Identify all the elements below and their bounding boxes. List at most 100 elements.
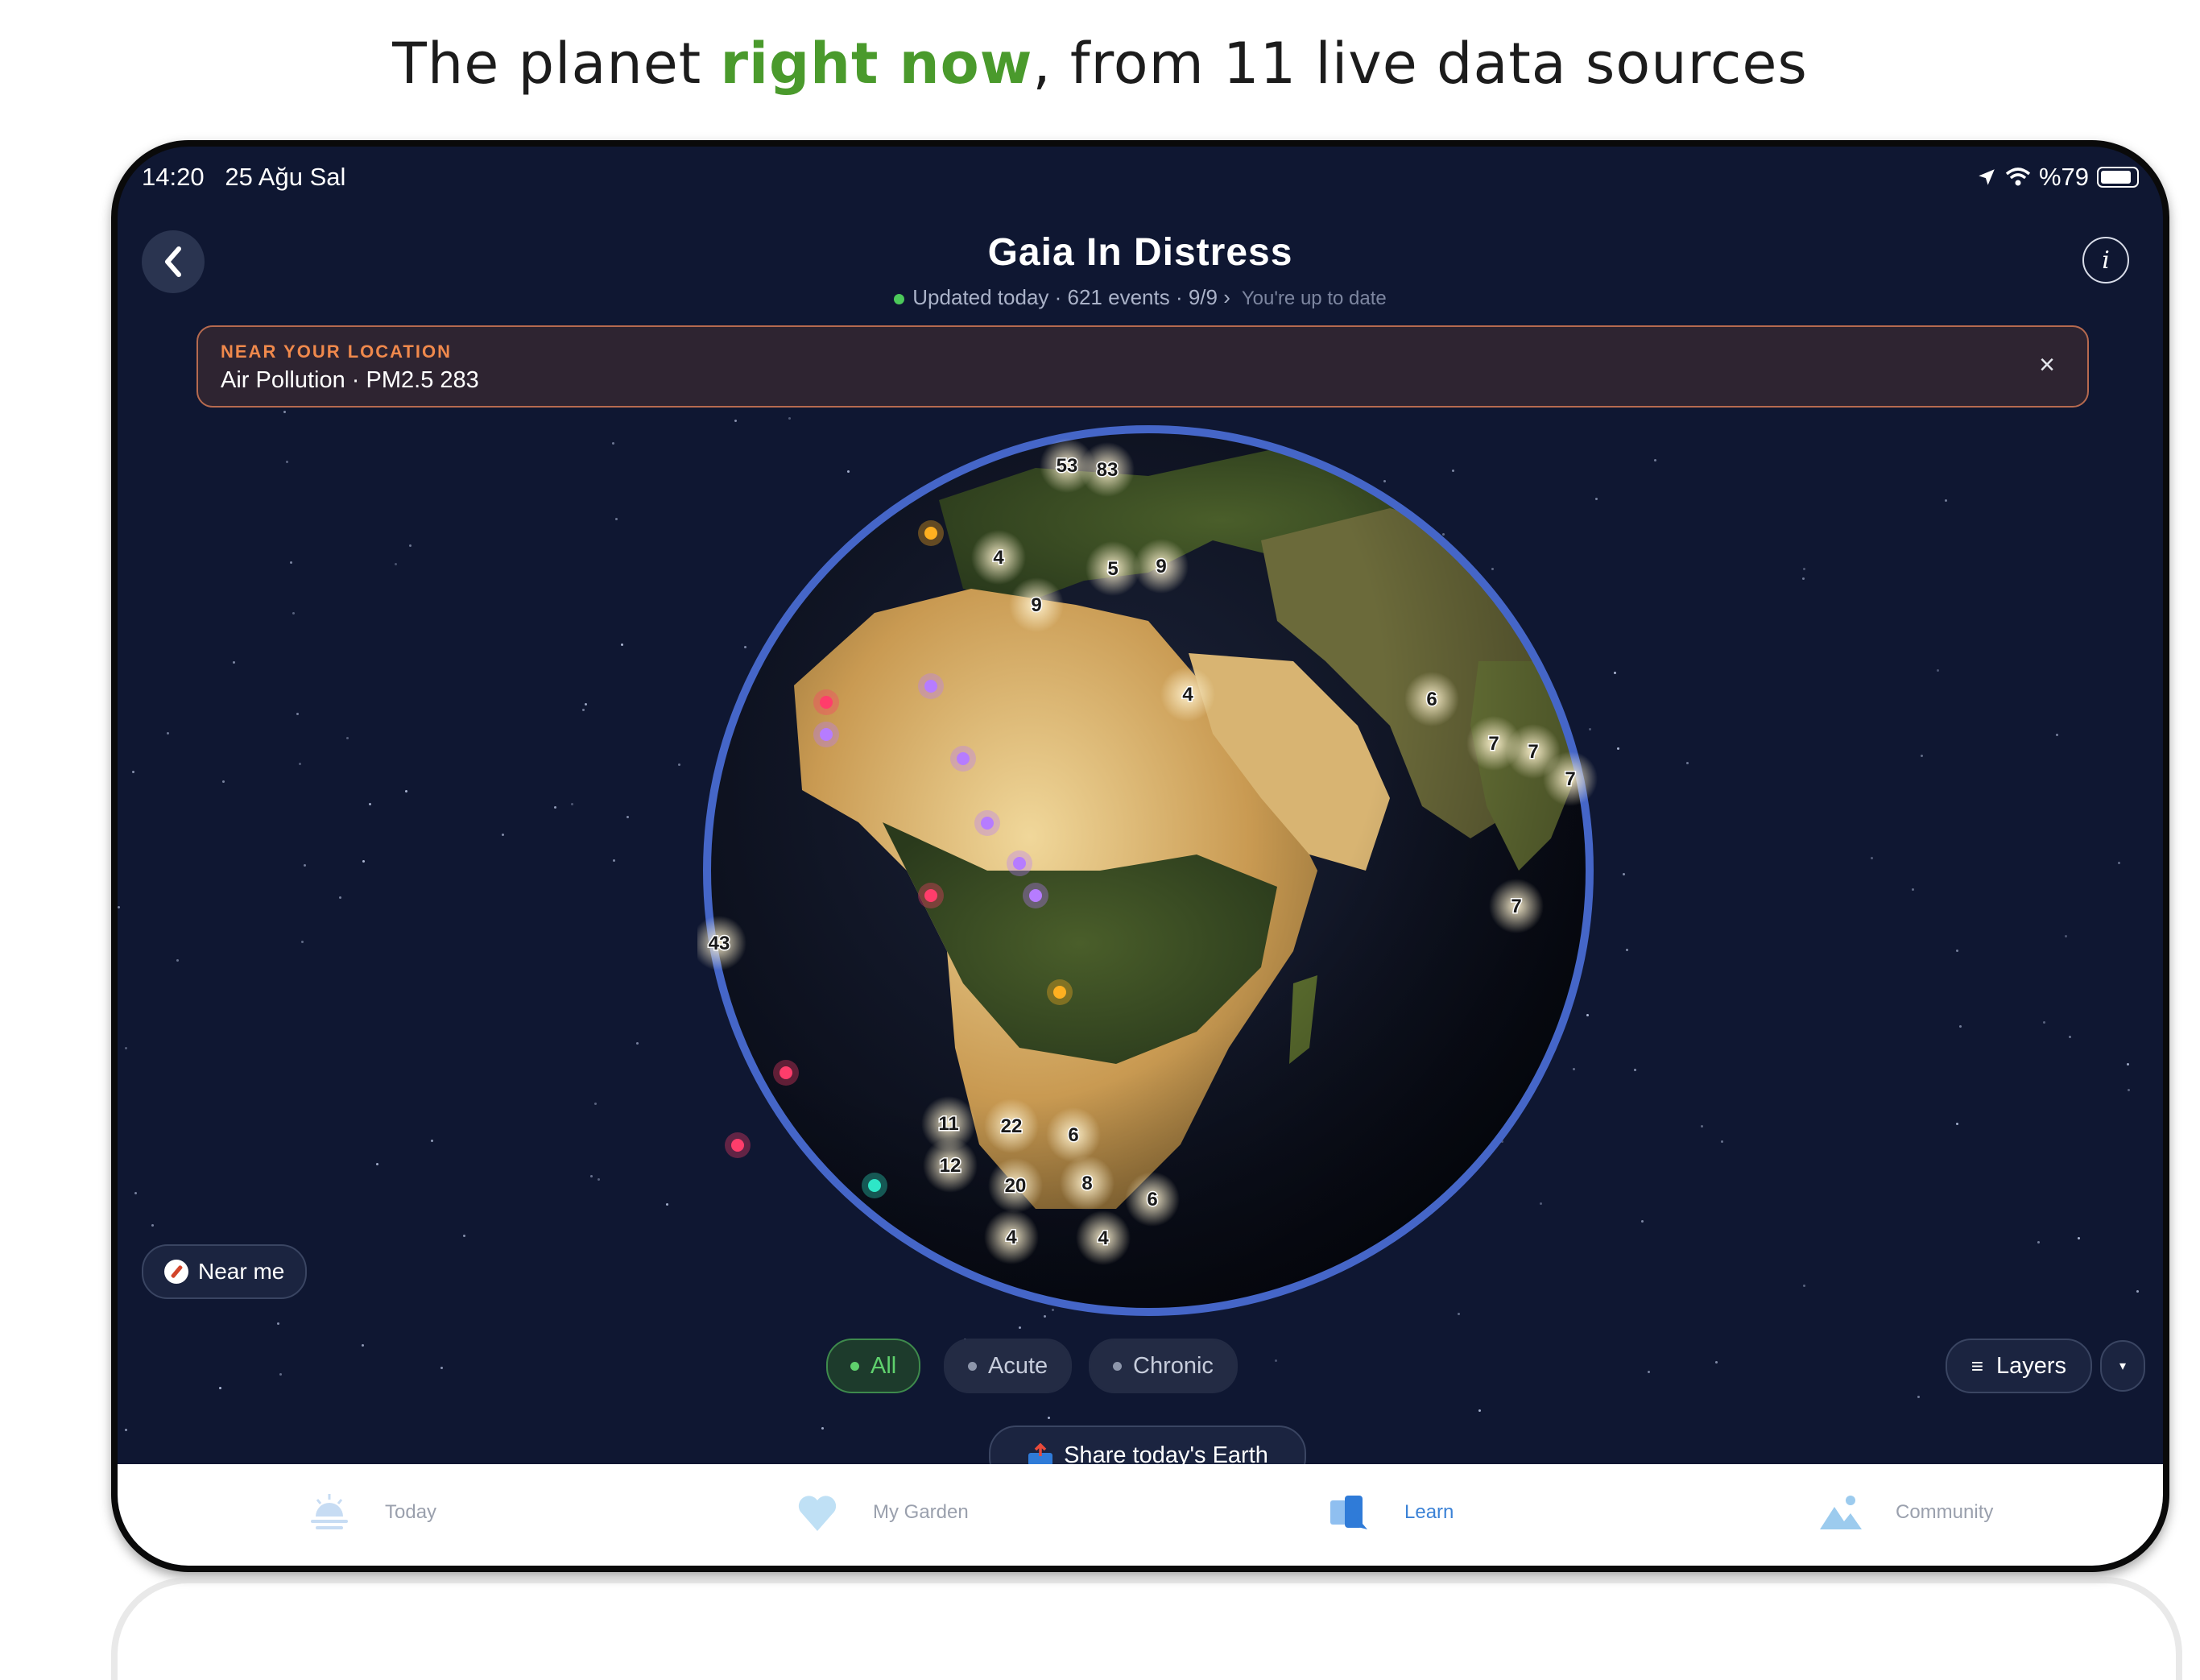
star [1917, 1396, 1920, 1399]
headline-highlight: right now [720, 31, 1033, 97]
list-icon: ≡ [1970, 1353, 1983, 1378]
cluster-count-label[interactable]: 43 [707, 932, 731, 956]
cluster-count-label[interactable]: 7 [1527, 740, 1540, 764]
cluster-count-label[interactable]: 9 [1155, 555, 1168, 579]
tab-community[interactable]: Community [1817, 1488, 1993, 1537]
cluster-count-label[interactable]: 6 [1146, 1188, 1159, 1212]
cluster-count-label[interactable]: 4 [1005, 1226, 1019, 1250]
star [362, 860, 366, 863]
cluster-count-label[interactable]: 20 [1003, 1174, 1028, 1198]
cluster-count-label[interactable]: 9 [1030, 594, 1043, 618]
alert-close-button[interactable]: × [2039, 350, 2055, 381]
tab-learn[interactable]: Learn [1325, 1488, 1454, 1537]
earth-globe[interactable]: 53 83 4 5 9 9 4 6 7 7 7 7 43 11 22 6 12 20 8 6 4 4 [153, 420, 1599, 1322]
event-marker[interactable] [780, 1066, 792, 1079]
event-marker[interactable] [1029, 889, 1042, 902]
star [581, 708, 585, 711]
star [2037, 1241, 2040, 1244]
filter-all-chip[interactable]: All [826, 1339, 921, 1393]
star [589, 1174, 593, 1177]
star [1613, 672, 1616, 675]
filter-acute-label: Acute [988, 1352, 1048, 1379]
event-marker[interactable] [731, 1139, 744, 1152]
app-screen: 14:20 25 Ağu Sal %79 Gaia In Distress i … [118, 147, 2163, 1566]
star [1274, 1359, 1277, 1362]
star [1956, 950, 1959, 953]
cluster-count-label[interactable]: 11 [937, 1112, 960, 1136]
star [285, 461, 288, 464]
cluster-count-label[interactable]: 5 [1106, 557, 1119, 581]
event-marker[interactable] [868, 1179, 881, 1192]
star [299, 763, 302, 766]
star [2056, 733, 2059, 736]
star [1018, 1326, 1021, 1329]
star [1048, 1416, 1051, 1419]
location-alert-banner[interactable]: NEAR YOUR LOCATION Air Pollution · PM2.5… [196, 325, 2089, 408]
cluster-count-label[interactable]: 8 [1081, 1172, 1094, 1196]
star [1920, 754, 1923, 757]
layers-button[interactable]: ≡ Layers [1945, 1339, 2092, 1393]
event-marker[interactable] [981, 817, 994, 830]
layers-dropdown-button[interactable]: ▾ [2100, 1340, 2145, 1392]
tab-my-garden-label: My Garden [873, 1501, 969, 1523]
tab-my-garden[interactable]: My Garden [794, 1488, 969, 1537]
cluster-count-label[interactable]: 4 [1181, 683, 1195, 707]
cluster-count-label[interactable]: 12 [938, 1154, 962, 1178]
event-marker[interactable] [924, 680, 937, 693]
star [2126, 1063, 2129, 1066]
star [1653, 459, 1656, 462]
star [166, 732, 169, 735]
filter-chronic-chip[interactable]: Chronic [1089, 1339, 1238, 1393]
location-arrow-icon [1979, 169, 1995, 185]
event-marker[interactable] [820, 728, 833, 741]
star [404, 789, 407, 792]
star [276, 1322, 279, 1326]
star [176, 958, 179, 962]
event-marker[interactable] [1013, 857, 1026, 870]
book-icon [1330, 1496, 1367, 1529]
cluster-count-label[interactable]: 4 [992, 546, 1006, 570]
event-marker[interactable] [957, 752, 970, 765]
cluster-count-label[interactable]: 7 [1510, 895, 1523, 919]
status-time: 14:20 [142, 163, 205, 191]
cluster-count-label[interactable]: 4 [1097, 1227, 1110, 1251]
event-marker[interactable] [1053, 986, 1066, 999]
event-marker[interactable] [924, 527, 937, 540]
page-title: Gaia In Distress [987, 231, 1293, 274]
info-button[interactable]: i [2082, 237, 2129, 283]
star [2069, 1036, 2072, 1039]
cluster-count-label[interactable]: 53 [1055, 454, 1079, 478]
heart-icon [798, 1496, 837, 1531]
update-summary: Updated today · 621 events · 9/9 › [912, 285, 1230, 309]
cluster-count-label[interactable]: 6 [1425, 688, 1438, 712]
live-dot-icon [894, 293, 905, 304]
star [338, 896, 341, 899]
star [1478, 1409, 1481, 1413]
cluster-count-label[interactable]: 83 [1095, 458, 1119, 482]
near-me-button[interactable]: Near me [142, 1244, 308, 1299]
star [151, 1223, 155, 1227]
cluster-count-label[interactable]: 7 [1487, 732, 1500, 756]
update-status[interactable]: Updated today · 621 events · 9/9 › You're… [118, 285, 2163, 310]
event-marker[interactable] [924, 889, 937, 902]
event-marker[interactable] [820, 696, 833, 709]
star [2078, 1237, 2081, 1240]
star [615, 518, 618, 521]
star [395, 563, 398, 566]
layers-label: Layers [1995, 1352, 2066, 1379]
star [612, 442, 615, 445]
star [296, 712, 300, 715]
compass-icon [164, 1260, 188, 1284]
near-me-label: Near me [198, 1259, 285, 1284]
star [1700, 1124, 1703, 1128]
filter-acute-chip[interactable]: Acute [944, 1339, 1073, 1393]
tab-today[interactable]: Today [306, 1488, 436, 1537]
tab-community-label: Community [1896, 1501, 1994, 1523]
star [1959, 1024, 1962, 1028]
star [362, 1343, 365, 1347]
star [2136, 1289, 2139, 1293]
cluster-count-label[interactable]: 22 [999, 1115, 1023, 1139]
star [1956, 1122, 1959, 1125]
cluster-count-label[interactable]: 6 [1067, 1123, 1080, 1148]
cluster-count-label[interactable]: 7 [1564, 768, 1577, 792]
